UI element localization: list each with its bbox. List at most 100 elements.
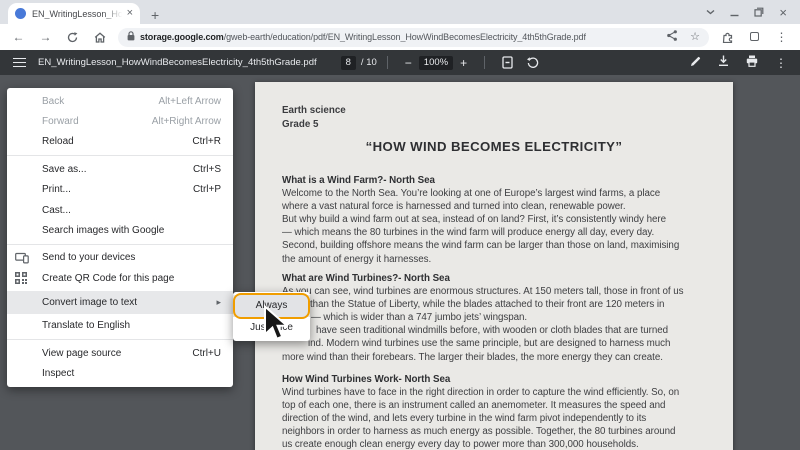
menu-item-translate-to-english[interactable]: Translate to English: [7, 316, 233, 336]
reload-icon[interactable]: [59, 31, 86, 43]
menu-item-send-to-your-devices[interactable]: Send to your devices: [7, 248, 233, 268]
doc-meta: Earth scienceGrade 5: [282, 104, 346, 131]
pdf-toolbar: EN_WritingLesson_HowWindBecomesElectrici…: [0, 50, 800, 75]
toolbar-divider: [484, 56, 485, 69]
print-icon[interactable]: [746, 54, 758, 72]
menu-item-label: Convert image to text: [42, 297, 137, 308]
menu-item-inspect[interactable]: Inspect: [7, 363, 233, 383]
omnibox-actions: ☆: [659, 28, 700, 46]
menu-item-label: Back: [42, 96, 64, 107]
menu-item-label: Cast...: [42, 205, 71, 216]
menu-item-label: Save as...: [42, 164, 86, 175]
doc-text-line: Second, building offshore means the wind…: [282, 239, 722, 252]
pdf-filename: EN_WritingLesson_HowWindBecomesElectrici…: [38, 57, 317, 68]
submenu-arrow-icon: ▸: [216, 298, 221, 307]
doc-text-line: But why build a wind farm out at sea, in…: [282, 213, 722, 226]
side-panel-icon[interactable]: [741, 31, 768, 43]
zoom-in-button[interactable]: +: [460, 57, 467, 69]
tab-close-icon[interactable]: ×: [127, 8, 133, 19]
minimize-icon[interactable]: [730, 8, 739, 17]
menu-separator: [7, 339, 233, 340]
tab-bar: EN_WritingLesson_HowWindBe × + ×: [0, 0, 800, 24]
menu-item-cast[interactable]: Cast...: [7, 200, 233, 220]
context-menu: Back Alt+Left Arrow Forward Alt+Right Arrow…: [7, 88, 233, 387]
new-tab-button[interactable]: +: [151, 8, 159, 22]
menu-item-shortcut: Alt+Right Arrow: [152, 116, 221, 127]
toolbar-actions: ⋮: [714, 31, 795, 44]
menu-item-label: Inspect: [42, 368, 74, 379]
forward-icon[interactable]: →: [32, 31, 59, 43]
chevron-down-icon[interactable]: [706, 9, 715, 15]
back-icon[interactable]: ←: [5, 31, 32, 43]
doc-text-line: neighbors in order to harness as much en…: [282, 425, 722, 438]
doc-text-line: direction of the wind, and lets every tu…: [282, 412, 722, 425]
mouse-cursor: [263, 305, 288, 348]
fit-page-icon[interactable]: [502, 56, 513, 69]
devices-icon: [15, 252, 29, 263]
bookmark-star-icon[interactable]: ☆: [690, 32, 700, 43]
menu-item-shortcut: Ctrl+R: [192, 136, 221, 147]
doc-text-line: top of each one, there is an instrument …: [282, 399, 722, 412]
doc-text-line: where a vast natural force is harnessed …: [282, 200, 722, 213]
pdf-page: Earth scienceGrade 5 “HOW WIND BECOMES E…: [255, 82, 733, 450]
menu-item-label: Translate to English: [42, 320, 130, 331]
url-domain: storage.google.com: [140, 32, 224, 42]
pdf-toolbar-right: ⋮: [690, 54, 787, 72]
extensions-puzzle-icon[interactable]: [714, 31, 741, 44]
browser-window: EN_WritingLesson_HowWindBe × + × ← →: [0, 0, 800, 450]
doc-text-line: than the Statue of Liberty, while the bl…: [282, 298, 722, 311]
doc-text-line: As you can see, wind turbines are enormo…: [282, 285, 722, 298]
address-bar[interactable]: storage.google.com/gweb-earth/education/…: [118, 28, 709, 47]
doc-meta-line: Grade 5: [282, 118, 346, 132]
menu-item-label: Create QR Code for this page: [42, 273, 174, 284]
menu-item-save-as[interactable]: Save as...Ctrl+S: [7, 159, 233, 179]
menu-item-create-qr-code-for-this-page[interactable]: Create QR Code for this page: [7, 268, 233, 288]
menu-item-back[interactable]: Back Alt+Left Arrow: [7, 91, 233, 111]
doc-section: How Wind Turbines Work- North SeaWind tu…: [282, 373, 722, 450]
download-icon[interactable]: [718, 54, 729, 72]
home-icon[interactable]: [86, 31, 113, 43]
menu-item-search-images-with-google[interactable]: Search images with Google: [7, 220, 233, 240]
pdf-favicon-icon: [15, 8, 26, 19]
navigation-bar: ← → storage.google.com/gweb-earth/educat…: [0, 24, 800, 50]
share-icon[interactable]: [667, 28, 677, 46]
zoom-level[interactable]: 100%: [419, 56, 453, 70]
menu-item-forward[interactable]: Forward Alt+Right Arrow: [7, 111, 233, 131]
doc-text-line: the amount of energy it harnesses.: [282, 253, 722, 266]
doc-section: What are Wind Turbines?- North SeaAs you…: [282, 272, 722, 364]
zoom-out-button[interactable]: −: [405, 57, 412, 69]
doc-text-line: more wind than their forebears. The larg…: [282, 351, 722, 364]
close-icon[interactable]: ×: [779, 6, 787, 19]
rotate-icon[interactable]: [527, 57, 539, 69]
browser-menu-icon[interactable]: ⋮: [768, 31, 795, 43]
doc-text-line: — which means the 80 turbines in the win…: [282, 226, 722, 239]
menu-separator: [7, 244, 233, 245]
qr-code-icon: [15, 272, 27, 284]
menu-item-label: Send to your devices: [42, 252, 135, 263]
url-path: /gweb-earth/education/pdf/EN_WritingLess…: [224, 32, 586, 42]
menu-item-convert-image-to-text[interactable]: Convert image to text ▸: [7, 291, 233, 314]
menu-item-shortcut: Alt+Left Arrow: [158, 96, 221, 107]
tab-pdf-document[interactable]: EN_WritingLesson_HowWindBe ×: [8, 3, 140, 24]
doc-text-line: Welcome to the North Sea. You’re looking…: [282, 187, 722, 200]
menu-item-label: Forward: [42, 116, 79, 127]
menu-item-view-page-source[interactable]: View page sourceCtrl+U: [7, 343, 233, 363]
doc-section-heading: What is a Wind Farm?- North Sea: [282, 174, 722, 187]
menu-item-shortcut: Ctrl+U: [192, 348, 221, 359]
annotate-pencil-icon[interactable]: [690, 54, 701, 72]
pdf-overflow-menu-icon[interactable]: ⋮: [775, 57, 787, 69]
menu-separator: [7, 155, 233, 156]
menu-item-reload[interactable]: ReloadCtrl+R: [7, 132, 233, 152]
lock-icon: [127, 28, 135, 46]
doc-meta-line: Earth science: [282, 104, 346, 118]
window-controls: ×: [706, 6, 800, 19]
menu-item-print[interactable]: Print...Ctrl+P: [7, 180, 233, 200]
doc-text-line: — which is wider than a 747 jumbo jets’ …: [282, 311, 722, 324]
menu-item-shortcut: Ctrl+P: [193, 184, 221, 195]
restore-icon[interactable]: [754, 7, 764, 17]
pdf-menu-icon[interactable]: [13, 58, 26, 68]
page-number-input[interactable]: 8: [341, 56, 356, 70]
menu-item-label: Search images with Google: [42, 225, 164, 236]
doc-section-heading: How Wind Turbines Work- North Sea: [282, 373, 722, 386]
doc-section: What is a Wind Farm?- North SeaWelcome t…: [282, 174, 722, 266]
